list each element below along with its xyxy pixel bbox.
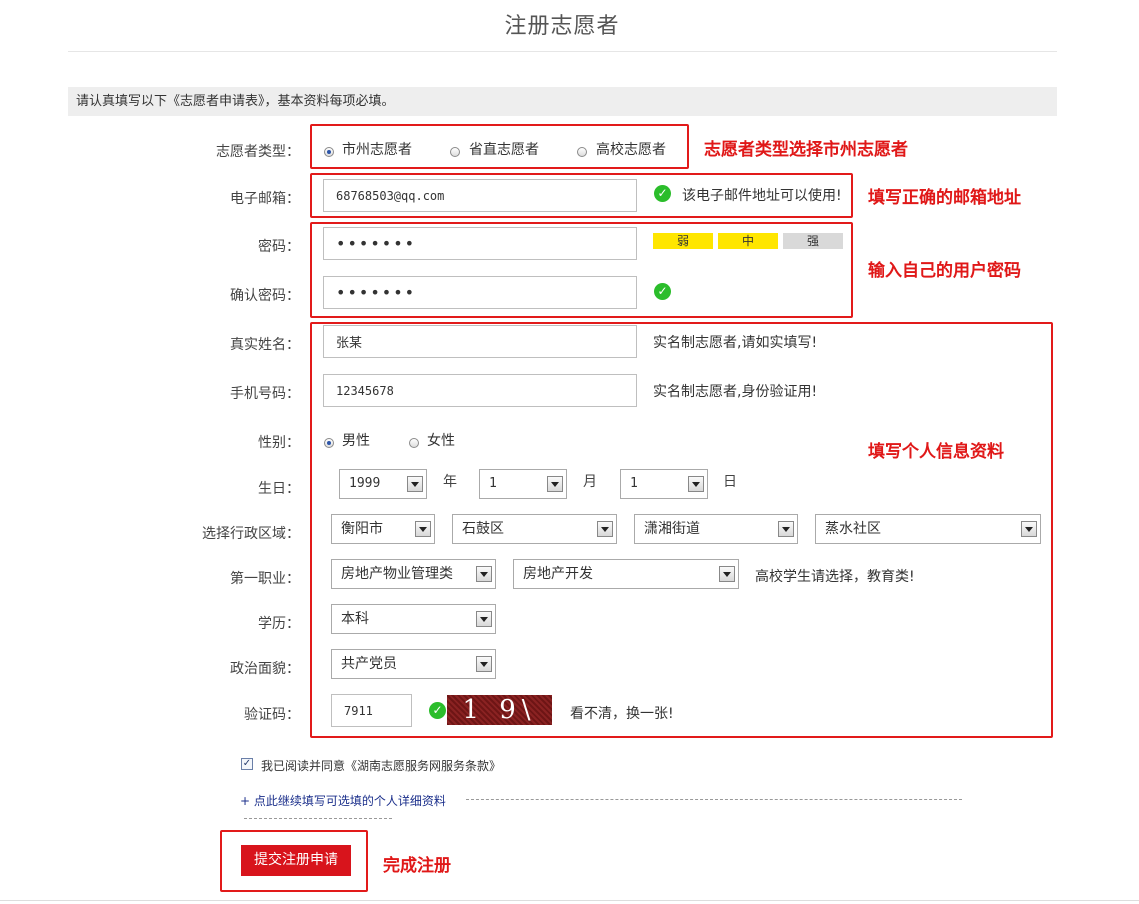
birth-year-value: 1999 (349, 476, 381, 491)
job-category-select[interactable]: 房地产物业管理类 (331, 559, 496, 589)
chevron-down-icon (476, 611, 492, 627)
job-label: 第一职业： (230, 571, 300, 587)
birth-day-select[interactable]: 1 (620, 469, 708, 499)
job-hint: 高校学生请选择，教育类! (755, 569, 915, 585)
edu-label: 学历： (258, 616, 300, 632)
chevron-down-icon (597, 521, 613, 537)
type-radio-province[interactable] (450, 147, 460, 157)
name-field[interactable] (323, 325, 637, 358)
month-unit: 月 (583, 474, 597, 490)
politics-select[interactable]: 共产党员 (331, 649, 496, 679)
captcha-label: 验证码： (244, 707, 300, 723)
more-details-link[interactable]: + 点此继续填写可选填的个人详细资料 (240, 792, 446, 809)
day-unit: 日 (723, 474, 737, 490)
submit-button[interactable]: 提交注册申请 (241, 845, 351, 876)
bottom-divider (0, 900, 1139, 901)
region-community-value: 蒸水社区 (825, 521, 881, 537)
chevron-down-icon (1021, 521, 1037, 537)
annotation-password: 输入自己的用户密码 (868, 261, 1021, 281)
politics-value: 共产党员 (341, 656, 397, 672)
phone-label: 手机号码： (230, 386, 300, 402)
strength-weak: 弱 (653, 233, 713, 249)
birth-month-select[interactable]: 1 (479, 469, 567, 499)
annotation-personal: 填写个人信息资料 (868, 442, 1004, 462)
email-label: 电子邮箱： (230, 191, 300, 207)
type-label: 志愿者类型： (216, 144, 300, 160)
strength-medium: 中 (718, 233, 778, 249)
gender-option-female[interactable]: 女性 (427, 430, 455, 450)
check-circle-icon: ✓ (654, 283, 671, 300)
chevron-down-icon (719, 566, 735, 582)
job-subcategory-select[interactable]: 房地产开发 (513, 559, 739, 589)
birth-year-select[interactable]: 1999 (339, 469, 427, 499)
type-radio-city[interactable] (324, 147, 334, 157)
annotation-submit: 完成注册 (383, 856, 451, 876)
region-community-select[interactable]: 蒸水社区 (815, 514, 1041, 544)
name-hint: 实名制志愿者,请如实填写! (653, 335, 818, 351)
gender-label: 性别： (258, 435, 300, 451)
check-circle-icon: ✓ (429, 702, 446, 719)
edu-value: 本科 (341, 611, 369, 627)
chevron-down-icon (407, 476, 423, 492)
annotation-email: 填写正确的邮箱地址 (868, 188, 1021, 208)
job-subcategory-value: 房地产开发 (523, 566, 593, 582)
region-label: 选择行政区域： (202, 526, 300, 542)
region-city-select[interactable]: 衡阳市 (331, 514, 435, 544)
chevron-down-icon (415, 521, 431, 537)
region-district-value: 石鼓区 (462, 521, 504, 537)
politics-label: 政治面貌： (230, 661, 300, 677)
chevron-down-icon (688, 476, 704, 492)
agree-checkbox[interactable]: ✓ (241, 758, 253, 770)
title-divider (68, 51, 1057, 52)
captcha-input[interactable] (331, 694, 412, 727)
region-street-select[interactable]: 潇湘街道 (634, 514, 798, 544)
birth-day-value: 1 (630, 476, 638, 491)
chevron-down-icon (476, 566, 492, 582)
type-radio-college[interactable] (577, 147, 587, 157)
check-circle-icon: ✓ (654, 185, 671, 202)
region-street-value: 潇湘街道 (644, 521, 700, 537)
gender-radio-female[interactable] (409, 438, 419, 448)
agree-text[interactable]: 我已阅读并同意《湖南志愿服务网服务条款》 (261, 757, 501, 774)
birth-month-value: 1 (489, 476, 497, 491)
confirm-label: 确认密码： (230, 288, 300, 304)
phone-hint: 实名制志愿者,身份验证用! (653, 384, 818, 400)
captcha-refresh-link[interactable]: 看不清，换一张! (570, 703, 674, 723)
chevron-down-icon (476, 656, 492, 672)
region-district-select[interactable]: 石鼓区 (452, 514, 617, 544)
captcha-image[interactable]: 1 9\ 1 (447, 695, 552, 725)
confirm-password-field[interactable] (323, 276, 637, 309)
page-title: 注册志愿者 (504, 14, 620, 39)
password-label: 密码： (258, 239, 300, 255)
type-option-province[interactable]: 省直志愿者 (469, 139, 539, 159)
name-label: 真实姓名： (230, 337, 300, 353)
chevron-down-icon (778, 521, 794, 537)
birthday-label: 生日： (258, 481, 300, 497)
gender-radio-male[interactable] (324, 438, 334, 448)
password-field[interactable] (323, 227, 637, 260)
type-option-city[interactable]: 市州志愿者 (342, 139, 412, 159)
chevron-down-icon (547, 476, 563, 492)
edu-select[interactable]: 本科 (331, 604, 496, 634)
gender-option-male[interactable]: 男性 (342, 430, 370, 450)
email-field[interactable] (323, 179, 637, 212)
phone-field[interactable] (323, 374, 637, 407)
annotation-type: 志愿者类型选择市州志愿者 (704, 140, 908, 160)
year-unit: 年 (443, 474, 457, 490)
region-city-value: 衡阳市 (341, 521, 383, 537)
dashed-divider (466, 799, 962, 800)
type-option-college[interactable]: 高校志愿者 (596, 139, 666, 159)
dashed-divider-2 (244, 818, 392, 819)
notice-text: 请认真填写以下《志愿者申请表》，基本资料每项必填。 (76, 94, 395, 109)
notice-bar: 请认真填写以下《志愿者申请表》，基本资料每项必填。 (68, 87, 1057, 116)
job-category-value: 房地产物业管理类 (341, 566, 453, 582)
email-hint: 该电子邮件地址可以使用! (682, 188, 842, 204)
strength-strong: 强 (783, 233, 843, 249)
